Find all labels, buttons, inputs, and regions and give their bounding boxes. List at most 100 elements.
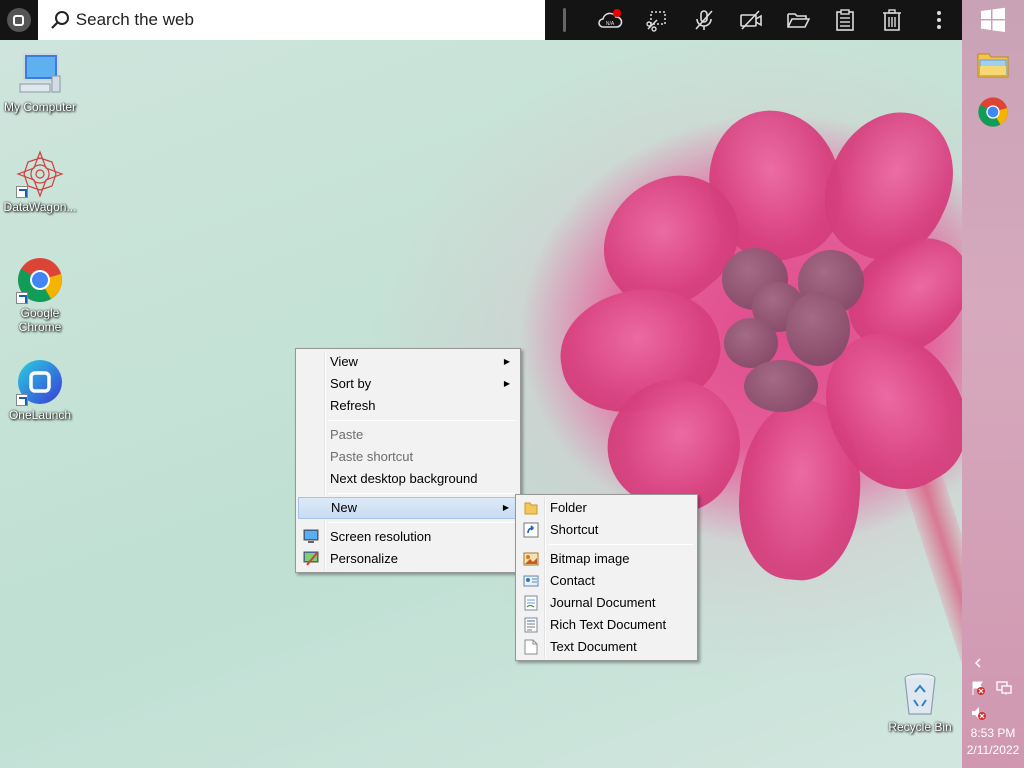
datawagon-icon [16, 150, 64, 198]
menu-item-refresh[interactable]: Refresh [298, 395, 518, 417]
clock-time: 8:53 PM [970, 726, 1016, 740]
onelaunch-icon [16, 358, 64, 406]
start-button[interactable] [975, 2, 1011, 38]
network-icon[interactable] [996, 680, 1012, 696]
search-box[interactable] [37, 0, 545, 40]
trash-button[interactable] [868, 0, 915, 40]
menu-item-label: Bitmap image [550, 551, 630, 566]
submenu-item-bitmap-image[interactable]: Bitmap image [518, 548, 695, 570]
desktop-icon-label: OneLaunch [8, 408, 72, 422]
submenu-item-shortcut[interactable]: Shortcut [518, 519, 695, 541]
menu-separator [328, 493, 516, 494]
menu-item-label: Refresh [330, 398, 376, 413]
menu-item-personalize[interactable]: Personalize [298, 548, 518, 570]
menu-item-label: Screen resolution [330, 529, 432, 544]
menu-item-label: Sort by [330, 376, 372, 391]
camera-off-icon [739, 10, 762, 30]
volume-muted-icon[interactable] [970, 705, 986, 721]
menu-item-paste[interactable]: Paste [298, 424, 518, 446]
menu-item-label: Folder [550, 500, 587, 515]
submenu-item-rich-text-document[interactable]: Rich Text Document [518, 614, 695, 636]
menu-item-screen-resolution[interactable]: Screen resolution [298, 526, 518, 548]
menu-item-label: Text Document [550, 639, 637, 654]
desktop-icon-recycle-bin[interactable]: Recycle Bin [882, 670, 958, 734]
taskbar: 8:53 PM 2/11/2022 [962, 0, 1024, 768]
menu-item-next-desktop-background[interactable]: Next desktop background [298, 468, 518, 490]
taskbar-clock[interactable]: 8:53 PM 2/11/2022 [962, 726, 1024, 757]
menu-item-sort-by[interactable]: Sort by ▶ [298, 373, 518, 395]
flower-center [786, 292, 850, 366]
mic-off-icon [694, 10, 713, 30]
submenu-item-contact[interactable]: Contact [518, 570, 695, 592]
menu-separator [548, 544, 693, 545]
menu-item-label: Rich Text Document [550, 617, 667, 632]
shortcut-overlay-icon [16, 292, 28, 304]
menu-item-label: New [331, 500, 358, 515]
desktop-icon-datawagon[interactable]: DataWagon... [2, 150, 78, 214]
recycle-bin-icon [896, 670, 944, 718]
submenu-item-text-document[interactable]: Text Document [518, 636, 695, 658]
desktop-icon-label: DataWagon... [3, 200, 77, 214]
camera-off-button[interactable] [727, 0, 774, 40]
chrome-icon [978, 97, 1008, 127]
shortcut-icon [523, 522, 539, 538]
search-input[interactable] [75, 10, 496, 30]
desktop-icon-onelaunch[interactable]: OneLaunch [2, 358, 78, 422]
menu-item-view[interactable]: View ▶ [298, 351, 518, 373]
mic-off-button[interactable] [680, 0, 727, 40]
search-icon [51, 11, 69, 29]
desktop-icon-google-chrome[interactable]: Google Chrome [2, 256, 78, 334]
taskbar-chrome[interactable] [975, 94, 1011, 130]
desktop-icon-my-computer[interactable]: My Computer [2, 50, 78, 114]
clock-date: 2/11/2022 [966, 743, 1020, 757]
desktop-icon-label: Google Chrome [18, 306, 62, 334]
desktop-icon-label: Recycle Bin [888, 720, 952, 734]
show-hidden-icons-chevron-icon[interactable] [970, 655, 986, 671]
clipboard-button[interactable] [821, 0, 868, 40]
action-center-flag-icon[interactable] [970, 680, 986, 696]
menu-item-label: Personalize [330, 551, 398, 566]
menu-item-new[interactable]: New ▶ [298, 497, 518, 519]
submenu-item-folder[interactable]: Folder [518, 497, 695, 519]
menu-item-label: Shortcut [550, 522, 599, 537]
submenu-item-journal-document[interactable]: Journal Document [518, 592, 695, 614]
desktop-icon-label: My Computer [3, 100, 77, 114]
text-document-icon [524, 639, 538, 655]
submenu-arrow-icon: ▶ [502, 503, 509, 512]
rich-text-icon [524, 617, 538, 633]
new-submenu: Folder Shortcut Bitmap image Contact Jou… [515, 494, 698, 661]
folder-open-icon [786, 13, 810, 28]
shortcut-overlay-icon [16, 394, 28, 406]
menu-item-label: Next desktop background [330, 471, 478, 486]
taskbar-file-explorer[interactable] [975, 46, 1011, 82]
journal-icon [524, 595, 538, 611]
folder-icon [524, 502, 538, 515]
submenu-arrow-icon: ▶ [503, 357, 510, 366]
menu-item-label: Contact [550, 573, 595, 588]
launcher-button[interactable] [0, 0, 38, 40]
top-toolbar: N/A [0, 0, 962, 40]
clipboard-icon [835, 9, 854, 31]
screenshot-select-button[interactable] [633, 0, 680, 40]
computer-icon [16, 50, 64, 98]
cloud-na-button[interactable]: N/A [586, 0, 633, 40]
cloud-badge-text: N/A [605, 21, 614, 27]
more-vertical-icon [936, 11, 941, 29]
menu-item-paste-shortcut[interactable]: Paste shortcut [298, 446, 518, 468]
screen-resolution-icon [303, 529, 319, 543]
submenu-arrow-icon: ▶ [503, 379, 510, 388]
menu-item-label: Paste [330, 427, 364, 442]
toolbar-tools: N/A [563, 0, 962, 40]
more-options-button[interactable] [915, 0, 962, 40]
screenshot-select-icon [645, 11, 666, 32]
contact-icon [523, 575, 539, 587]
menu-separator [328, 420, 516, 421]
personalize-icon [303, 551, 319, 566]
toolbar-divider [563, 8, 566, 32]
menu-item-label: View [330, 354, 358, 369]
folder-open-button[interactable] [774, 0, 821, 40]
menu-separator [328, 522, 516, 523]
launcher-icon [6, 8, 31, 32]
chrome-icon [16, 256, 64, 304]
menu-item-label: Paste shortcut [330, 449, 414, 464]
